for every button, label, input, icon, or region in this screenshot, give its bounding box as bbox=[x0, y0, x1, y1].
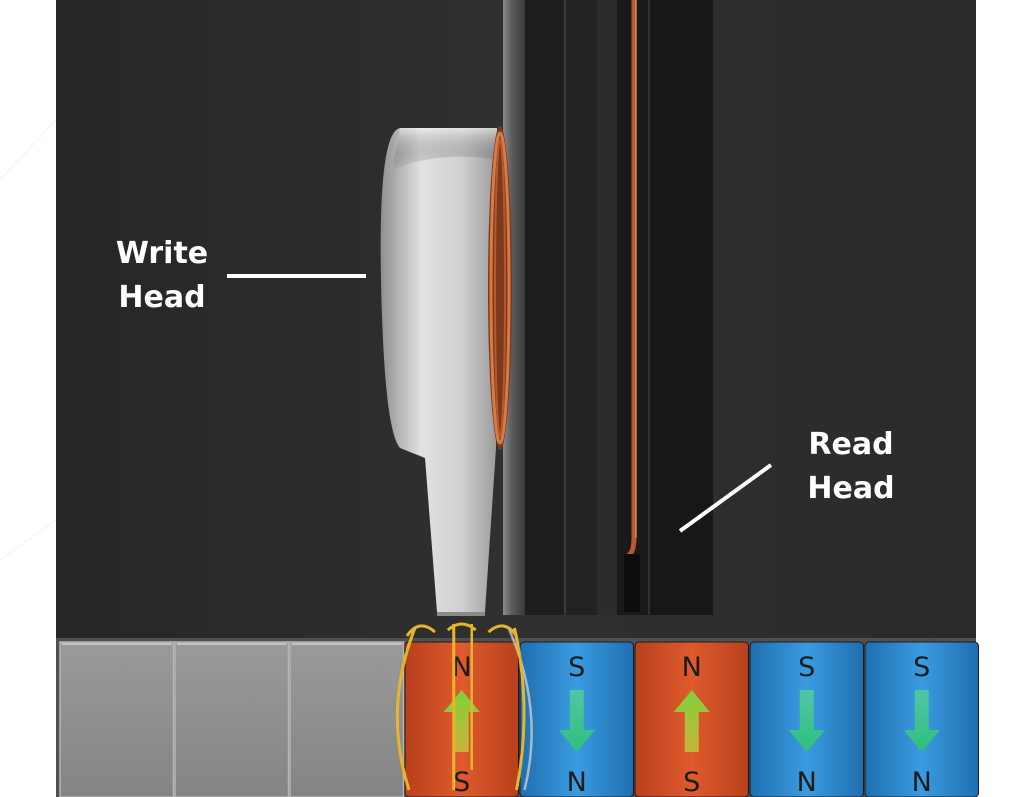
diagram-canvas: NSSNNSSNSN Write Head Read Head bbox=[0, 0, 1022, 797]
hard-drive-head-illustration: NSSNNSSNSN bbox=[0, 0, 1022, 797]
write-head-label-line-1: Write bbox=[115, 236, 209, 271]
read-head-label-line-1: Read bbox=[808, 427, 894, 462]
read-head-sensor bbox=[624, 554, 640, 612]
magnet-cell: SN bbox=[749, 641, 864, 797]
pole-label-bottom: N bbox=[912, 767, 932, 797]
magnet-cell: SN bbox=[519, 641, 634, 797]
pole-label-top: S bbox=[913, 652, 930, 683]
magnet-cell: SN bbox=[864, 641, 979, 797]
read-head-label-line-2: Head bbox=[807, 471, 895, 506]
magnet-cell: NS bbox=[404, 641, 519, 797]
pole-label-bottom: N bbox=[797, 767, 817, 797]
write-head-label: Write Head bbox=[100, 232, 224, 320]
magnet-cell: NS bbox=[634, 641, 749, 797]
pole-label-top: S bbox=[568, 652, 585, 683]
write-head-label-line-2: Head bbox=[118, 280, 206, 315]
blank-track-cell bbox=[174, 641, 290, 797]
actuator-arm bbox=[503, 0, 713, 615]
blank-track-cell bbox=[289, 641, 405, 797]
pole-label-top: S bbox=[798, 652, 815, 683]
pole-label-bottom: N bbox=[567, 767, 587, 797]
pole-label-bottom: S bbox=[453, 767, 470, 797]
pole-label-top: N bbox=[682, 652, 702, 683]
blank-track-cell bbox=[59, 641, 175, 797]
read-head-label: Read Head bbox=[790, 423, 912, 511]
pole-label-bottom: S bbox=[683, 767, 700, 797]
